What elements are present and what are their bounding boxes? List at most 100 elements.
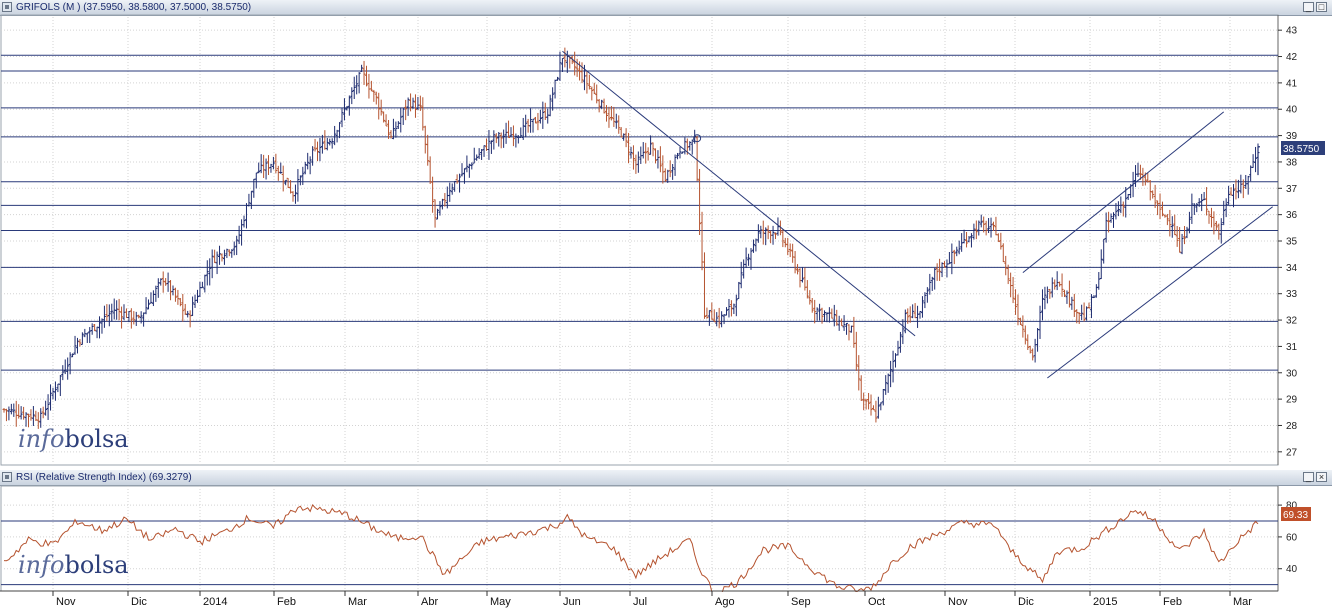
ohlc-bar xyxy=(181,293,185,322)
ohlc-bar xyxy=(585,71,589,94)
ohlc-bar xyxy=(443,193,447,207)
ohlc-bar xyxy=(938,258,942,281)
ohlc-bar xyxy=(144,297,148,315)
ohlc-bar xyxy=(805,280,809,299)
ohlc-bar xyxy=(920,296,924,318)
ohlc-bar xyxy=(19,406,23,420)
ohlc-bar xyxy=(14,400,18,427)
ohlc-bar xyxy=(727,298,731,318)
ohlc-bar xyxy=(134,311,138,326)
ohlc-bar xyxy=(531,118,535,133)
ohlc-bar xyxy=(100,318,104,334)
ohlc-bar xyxy=(399,107,403,133)
ohlc-bar xyxy=(1185,226,1189,239)
ohlc-bar xyxy=(303,161,307,175)
ohlc-bar xyxy=(1016,294,1020,326)
ohlc-bar xyxy=(347,95,351,116)
ohlc-bar xyxy=(484,138,488,151)
ohlc-bar xyxy=(142,312,146,327)
ohlc-bar xyxy=(916,305,920,328)
x-tick-label: Jun xyxy=(563,596,581,608)
ohlc-bar xyxy=(658,146,662,173)
ohlc-bar xyxy=(715,312,719,327)
ohlc-bar xyxy=(707,309,711,326)
ohlc-bar xyxy=(656,150,660,169)
ohlc-bar xyxy=(56,383,60,393)
ohlc-bar xyxy=(935,263,939,281)
x-tick-label: Abr xyxy=(421,596,438,608)
x-tick-label: Mar xyxy=(1233,596,1252,608)
ohlc-bar xyxy=(771,225,775,245)
ohlc-bar xyxy=(440,198,444,210)
ohlc-bar xyxy=(827,307,831,323)
ohlc-bar xyxy=(869,394,873,416)
ohlc-bar xyxy=(808,290,812,305)
ohlc-bar xyxy=(367,73,371,99)
ohlc-bar xyxy=(580,62,584,84)
ohlc-bar xyxy=(940,262,944,278)
ohlc-bar xyxy=(1214,221,1218,231)
ohlc-bar xyxy=(1023,325,1027,345)
y-tick-label: 32 xyxy=(1286,316,1298,327)
ohlc-bar xyxy=(1085,306,1089,321)
ohlc-bar xyxy=(1207,210,1211,224)
ohlc-bar xyxy=(115,300,119,320)
ohlc-bar xyxy=(889,360,893,388)
price-grid xyxy=(0,14,1279,466)
ohlc-bar xyxy=(257,162,261,174)
ohlc-bar xyxy=(78,339,82,347)
x-tick-label: Nov xyxy=(56,596,76,608)
ohlc-bar xyxy=(49,384,53,411)
ohlc-bar xyxy=(83,328,87,338)
ohlc-bar xyxy=(653,148,657,164)
ohlc-bar xyxy=(840,318,844,327)
ohlc-bar xyxy=(972,223,976,240)
ohlc-bar xyxy=(641,142,645,159)
ohlc-bar xyxy=(191,296,195,316)
ohlc-bar xyxy=(323,130,327,150)
ohlc-bar xyxy=(1173,214,1177,236)
ohlc-bar xyxy=(102,305,106,328)
x-tick-label: 2015 xyxy=(1093,596,1117,608)
ohlc-bar xyxy=(7,406,11,421)
ohlc-bar xyxy=(492,130,496,150)
ohlc-bar xyxy=(95,326,99,339)
ohlc-bar xyxy=(548,94,552,117)
ohlc-bar xyxy=(732,303,736,315)
ohlc-bar xyxy=(519,127,523,139)
month-axis: Nov Dic 2014 Feb Mar Abr May Jun Jul Ago Sep Oct Nov… xyxy=(0,590,1332,610)
ohlc-bar xyxy=(203,274,207,293)
x-tick-label: Oct xyxy=(868,596,885,608)
ohlc-bar xyxy=(1246,175,1250,195)
ohlc-bar xyxy=(178,298,182,307)
ohlc-bar xyxy=(46,394,50,420)
ohlc-bar xyxy=(536,112,540,131)
ohlc-bar xyxy=(169,280,173,301)
ohlc-bar xyxy=(1212,211,1216,235)
ohlc-bar xyxy=(673,154,677,176)
ohlc-bar xyxy=(88,327,92,343)
ohlc-bar xyxy=(281,165,285,192)
ohlc-bar xyxy=(355,75,359,95)
ohlc-bar xyxy=(1043,286,1047,310)
x-tick-label: Sep xyxy=(791,596,811,608)
ohlc-bar xyxy=(1026,334,1030,350)
ohlc-bar xyxy=(421,97,425,131)
rsi-tick-label: 60 xyxy=(1286,532,1298,543)
ohlc-bar xyxy=(1055,271,1059,291)
ohlc-bar xyxy=(1077,312,1081,324)
ohlc-bar xyxy=(124,308,128,319)
y-tick-label: 40 xyxy=(1286,105,1298,116)
ohlc-bar xyxy=(1170,216,1174,238)
ohlc-bar xyxy=(786,237,790,256)
ohlc-bar xyxy=(404,99,408,121)
ohlc-bar xyxy=(702,252,706,319)
chart-canvas[interactable]: 2728293031323334353637383940414243 40608… xyxy=(0,0,1332,610)
ohlc-bar-last xyxy=(1257,146,1260,176)
ohlc-bar xyxy=(188,310,192,328)
ohlc-bar xyxy=(1070,296,1074,310)
ohlc-bar xyxy=(558,51,562,81)
ohlc-bar xyxy=(737,281,741,300)
rsi-grid xyxy=(0,485,1279,592)
ohlc-bar xyxy=(311,146,315,166)
